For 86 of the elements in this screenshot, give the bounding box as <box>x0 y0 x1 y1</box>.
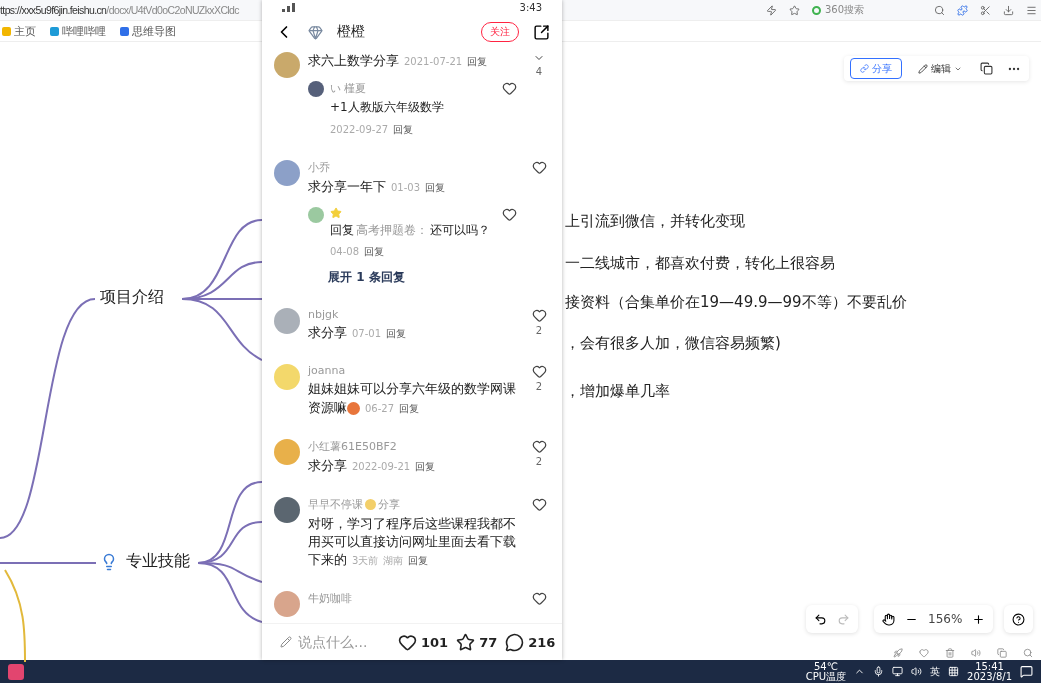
mindmap-node-text[interactable]: 上引流到微信，并转化变现 <box>565 212 745 231</box>
like-icon[interactable] <box>531 496 547 512</box>
like-icon[interactable] <box>531 438 547 454</box>
copy-icon[interactable] <box>978 60 995 77</box>
download-icon[interactable] <box>1003 4 1014 16</box>
menu-icon[interactable] <box>1026 4 1037 16</box>
volume-icon[interactable] <box>911 666 923 677</box>
search-icon[interactable] <box>1023 648 1033 658</box>
undo-icon[interactable] <box>814 612 827 626</box>
like-icon[interactable] <box>501 81 517 97</box>
lightning-icon[interactable] <box>766 4 777 16</box>
edit-button[interactable]: 编辑 <box>912 61 968 76</box>
hand-icon[interactable] <box>882 612 895 626</box>
help-icon[interactable] <box>1012 612 1025 626</box>
clock-time[interactable]: 15:41 <box>975 661 1004 672</box>
url-text[interactable]: ttps://xxx5u9f6jin.feishu.cn <box>0 4 107 16</box>
like-count: 4 <box>535 66 543 77</box>
like-icon[interactable] <box>531 591 547 607</box>
comment-text: 求分享 07-01 回复 <box>308 324 408 343</box>
mindmap-node[interactable]: 项目介绍 <box>100 287 164 308</box>
comment-text: 求分享一年下 01-03 回复 <box>308 177 447 196</box>
url-path-text[interactable]: /docx/U4tVd0oC2oNUZkxXCldc <box>106 4 239 16</box>
comment-input[interactable]: 说点什么... <box>280 633 390 651</box>
comment-text: 对呀，学习了程序后这些课程我都不用买可以直接访问网址里面去看下载下来的 3天前 湖南 回复 <box>308 514 517 570</box>
notification-icon[interactable] <box>1020 665 1033 678</box>
signal-icon <box>282 2 296 12</box>
comment-text: 姐妹姐妹可以分享六年级的数学网课资源嘛 06-27 回复 <box>308 380 517 417</box>
like-count: 2 <box>535 325 543 337</box>
clock-date[interactable]: 2023/8/1 <box>967 671 1012 682</box>
profile-name: 橙橙 <box>337 23 365 41</box>
scissors-icon[interactable] <box>980 4 991 16</box>
comment-text: 求六上数学分享 2021-07-21 回复 <box>308 52 489 70</box>
like-icon[interactable] <box>531 364 547 380</box>
comment-button[interactable]: 216 <box>505 632 556 652</box>
like-count: 2 <box>535 381 543 393</box>
trash-icon[interactable] <box>945 648 955 658</box>
mindmap-node-text[interactable]: 接资料（合集单价在19—49.9—99不等）不要乱价 <box>565 293 907 312</box>
puzzle-icon[interactable] <box>957 4 968 16</box>
like-count: 2 <box>535 455 543 467</box>
bookmark-link[interactable]: 主页 <box>2 23 36 39</box>
comment-text: 求分享 2022-09-21 回复 <box>308 456 437 475</box>
mindmap-node-text[interactable]: ，会有很多人加，微信容易频繁) <box>565 334 781 353</box>
rocket-icon[interactable] <box>893 648 903 658</box>
pencil-icon <box>280 636 292 648</box>
status-time: 3:43 <box>519 1 542 13</box>
follow-button[interactable]: 关注 <box>481 22 519 42</box>
mindmap-node-text[interactable]: ，增加爆单几率 <box>565 382 670 401</box>
search-field[interactable]: 360搜索 <box>812 3 922 17</box>
cpu-temperature: 54℃ <box>813 661 838 672</box>
avatar[interactable] <box>274 159 300 186</box>
comment-icon <box>505 632 525 652</box>
zoom-in-icon[interactable] <box>972 612 986 626</box>
star-icon <box>330 206 342 219</box>
like-icon[interactable] <box>531 159 547 175</box>
mindmap-node-text[interactable]: 一二线城市，都喜欢付费，转化上很容易 <box>565 254 835 273</box>
pencil-icon <box>918 63 928 74</box>
emoji-icon <box>347 401 360 415</box>
bookmark-link[interactable]: 哔哩哔哩 <box>50 23 106 39</box>
microphone-icon[interactable] <box>873 666 885 677</box>
share-icon[interactable] <box>533 23 550 41</box>
like-button[interactable]: 101 <box>398 632 449 652</box>
star-icon <box>456 632 476 652</box>
cpu-temperature-label: CPU温度 <box>805 671 847 682</box>
input-method[interactable]: 英 <box>930 664 941 679</box>
zoom-level[interactable]: 156% <box>928 612 963 626</box>
star-icon[interactable] <box>789 4 800 16</box>
reply-meta: 2022-09-27 回复 <box>330 122 415 137</box>
search-icon[interactable] <box>934 4 945 16</box>
reply-meta: 04-08 回复 <box>330 245 386 260</box>
expand-replies-button[interactable]: 展开 1 条回复 <box>308 263 520 287</box>
link-icon <box>860 64 869 73</box>
keyboard-grid-icon[interactable] <box>948 666 960 677</box>
like-icon[interactable] <box>501 206 517 222</box>
reply-text: 回复 高考押题卷： 还可以吗？ <box>330 221 491 239</box>
app-icon[interactable] <box>8 663 24 680</box>
share-button[interactable]: 分享 <box>850 58 902 79</box>
diamond-icon <box>308 24 323 40</box>
user-tag: 分享 <box>378 496 400 512</box>
heart-icon <box>398 632 417 652</box>
avatar[interactable] <box>274 496 300 523</box>
collect-button[interactable]: 77 <box>456 632 498 652</box>
avatar[interactable] <box>308 81 324 98</box>
reply-text: +1人教版六年级数学 <box>330 99 445 117</box>
like-icon[interactable] <box>531 308 547 324</box>
bookmark-link[interactable]: 思维导图 <box>120 23 176 39</box>
badge-icon <box>365 498 376 510</box>
